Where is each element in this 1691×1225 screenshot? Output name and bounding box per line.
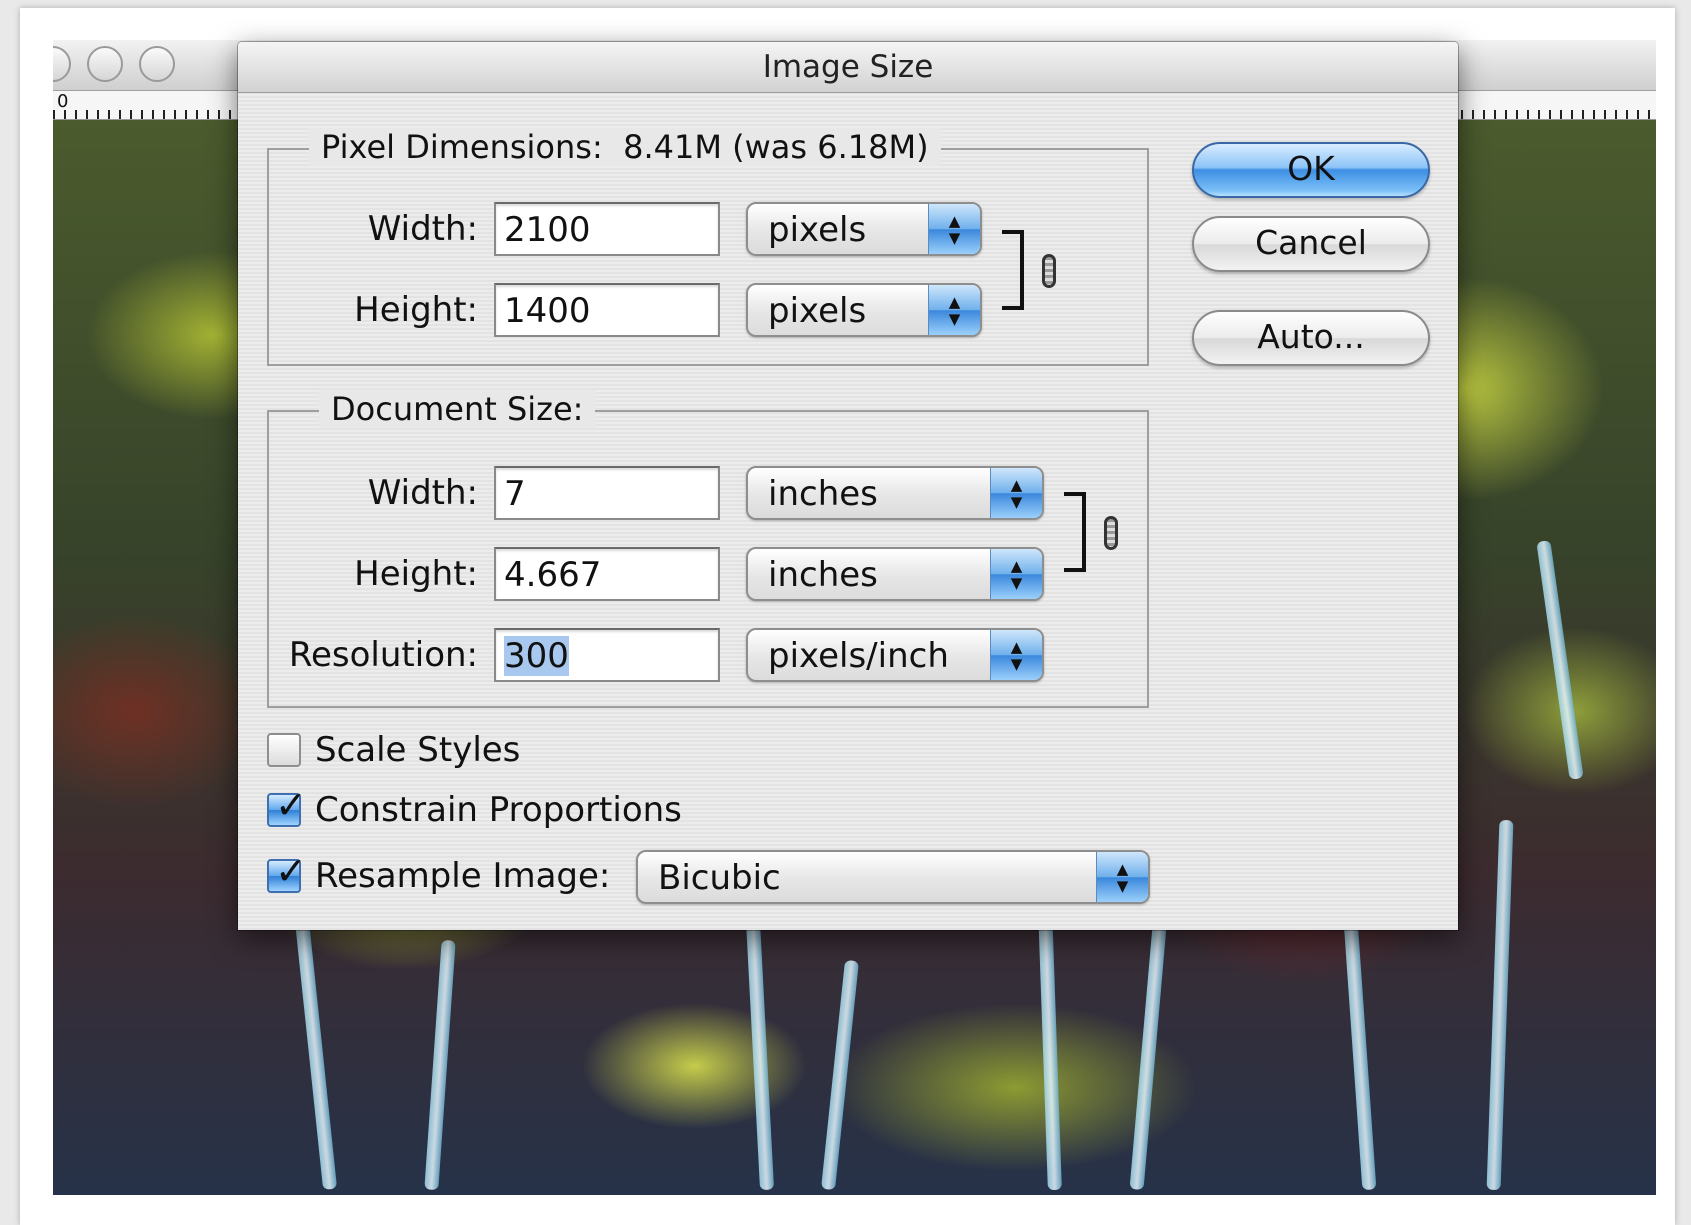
- checkmark-icon: ✓: [275, 783, 307, 827]
- pixel-dimensions-value: 8.41M (was 6.18M): [623, 128, 929, 166]
- doc-width-unit-popup[interactable]: inches ▲ ▼: [746, 466, 1044, 520]
- close-window-button[interactable]: [53, 46, 71, 82]
- doc-height-unit-popup[interactable]: inches ▲ ▼: [746, 547, 1044, 601]
- chain-link-icon: [1042, 254, 1056, 288]
- resolution-unit-label: pixels/inch: [768, 636, 949, 676]
- popup-arrows-icon: ▲ ▼: [990, 549, 1042, 599]
- pixel-width-field[interactable]: 2100: [494, 202, 720, 256]
- pixel-height-unit-label: pixels: [768, 291, 867, 331]
- resolution-unit-popup[interactable]: pixels/inch ▲ ▼: [746, 628, 1044, 682]
- pixel-link-bracket: [1002, 230, 1024, 310]
- painting-detail: [1536, 540, 1584, 780]
- document-size-legend: Document Size:: [319, 390, 596, 428]
- doc-width-label: Width:: [367, 473, 478, 513]
- painting-detail: [1343, 919, 1377, 1191]
- resample-method-popup[interactable]: Bicubic ▲ ▼: [636, 850, 1150, 904]
- resolution-label: Resolution:: [288, 635, 478, 675]
- painting-detail: [1038, 909, 1062, 1191]
- cancel-button[interactable]: Cancel: [1192, 216, 1430, 272]
- ruler-zero-label: 0: [57, 91, 69, 112]
- doc-height-unit-label: inches: [768, 555, 878, 595]
- painting-detail: [821, 959, 859, 1191]
- doc-height-field[interactable]: 4.667: [494, 547, 720, 601]
- document-link-bracket: [1064, 492, 1086, 572]
- zoom-window-button[interactable]: [139, 46, 175, 82]
- pixel-height-unit-popup[interactable]: pixels ▲ ▼: [746, 283, 982, 337]
- checkmark-icon: ✓: [275, 849, 307, 893]
- painting-detail: [424, 939, 456, 1191]
- minimize-window-button[interactable]: [87, 46, 123, 82]
- scale-styles-checkbox[interactable]: [267, 733, 301, 767]
- pixel-height-label: Height:: [354, 290, 478, 330]
- pixel-width-unit-label: pixels: [768, 210, 867, 250]
- doc-width-field[interactable]: 7: [494, 466, 720, 520]
- scale-styles-label: Scale Styles: [315, 730, 521, 770]
- ok-button[interactable]: OK: [1192, 142, 1430, 198]
- painting-detail: [292, 900, 338, 1190]
- painting-detail: [745, 919, 775, 1191]
- pixel-width-label: Width:: [367, 209, 478, 249]
- constrain-proportions-label: Constrain Proportions: [315, 790, 682, 830]
- resample-image-checkbox[interactable]: ✓: [267, 849, 307, 893]
- resample-method-label: Bicubic: [658, 858, 781, 898]
- popup-arrows-icon: ▲ ▼: [990, 468, 1042, 518]
- auto-button[interactable]: Auto...: [1192, 310, 1430, 366]
- pixel-dimensions-legend: Pixel Dimensions: 8.41M (was 6.18M): [309, 128, 941, 166]
- painting-detail: [1486, 819, 1514, 1191]
- popup-arrows-icon: ▲ ▼: [928, 285, 980, 335]
- constrain-proportions-checkbox[interactable]: ✓: [267, 783, 307, 827]
- doc-width-unit-label: inches: [768, 474, 878, 514]
- chain-link-icon: [1104, 516, 1118, 550]
- pixel-height-field[interactable]: 1400: [494, 283, 720, 337]
- pixel-dimensions-label: Pixel Dimensions:: [321, 128, 603, 166]
- resolution-selected-text: 300: [504, 636, 569, 676]
- dialog-title: Image Size: [238, 42, 1458, 93]
- popup-arrows-icon: ▲ ▼: [928, 204, 980, 254]
- image-size-dialog: Image Size Pixel Dimensions: 8.41M (was …: [238, 42, 1458, 930]
- resolution-field[interactable]: 300: [494, 628, 720, 682]
- doc-height-label: Height:: [354, 554, 478, 594]
- resample-image-label: Resample Image:: [315, 856, 611, 896]
- popup-arrows-icon: ▲ ▼: [1096, 852, 1148, 902]
- pixel-width-unit-popup[interactable]: pixels ▲ ▼: [746, 202, 982, 256]
- popup-arrows-icon: ▲ ▼: [990, 630, 1042, 680]
